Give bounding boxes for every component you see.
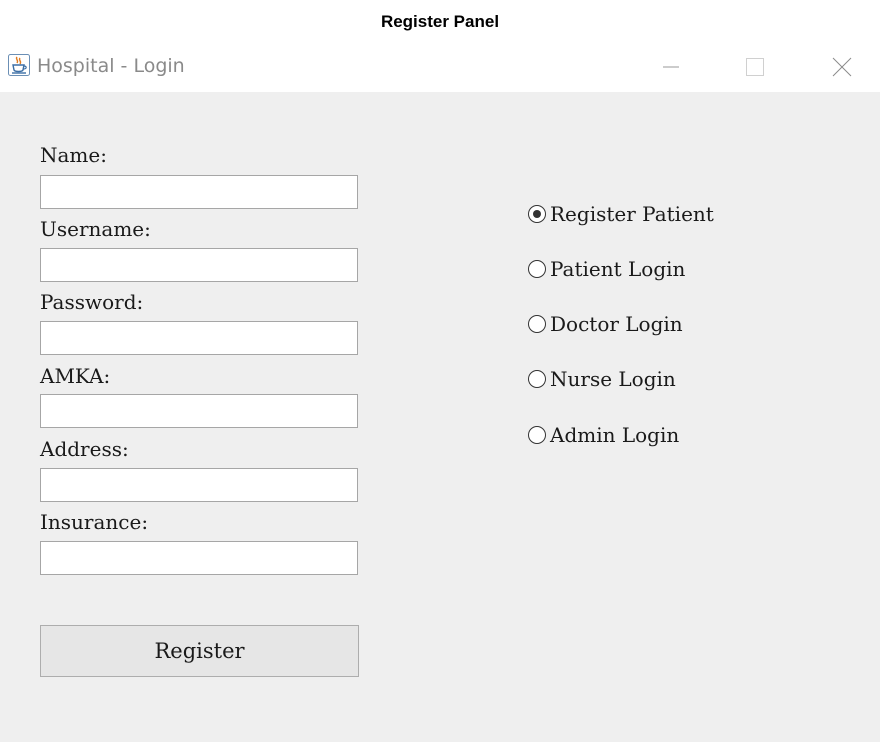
radio-checked-icon[interactable] <box>528 205 546 223</box>
close-icon <box>832 57 852 77</box>
maximize-button[interactable] <box>732 44 778 90</box>
amka-label: AMKA: <box>40 364 111 388</box>
radio-unchecked-icon[interactable] <box>528 426 546 444</box>
insurance-field[interactable] <box>40 541 358 575</box>
name-field[interactable] <box>40 175 358 209</box>
radio-label: Doctor Login <box>550 312 683 336</box>
close-button[interactable] <box>819 44 865 90</box>
radio-label: Patient Login <box>550 257 686 281</box>
maximize-icon <box>746 58 764 76</box>
radio-label: Nurse Login <box>550 367 676 391</box>
radio-register-patient[interactable]: Register Patient <box>528 201 714 227</box>
register-button[interactable]: Register <box>40 625 359 677</box>
radio-label: Admin Login <box>550 423 680 447</box>
amka-field[interactable] <box>40 394 358 428</box>
insurance-label: Insurance: <box>40 510 149 534</box>
register-panel: Name: Username: Password: AMKA: Address:… <box>0 92 880 742</box>
address-field[interactable] <box>40 468 358 502</box>
name-label: Name: <box>40 143 107 167</box>
radio-admin-login[interactable]: Admin Login <box>528 422 679 448</box>
radio-label: Register Patient <box>550 202 714 226</box>
window-titlebar[interactable]: Hospital - Login <box>0 44 880 92</box>
radio-unchecked-icon[interactable] <box>528 260 546 278</box>
radio-unchecked-icon[interactable] <box>528 315 546 333</box>
screenshot: Register Panel Hospital - Login Name: Us… <box>0 0 880 742</box>
address-label: Address: <box>40 437 129 461</box>
window-title: Hospital - Login <box>37 55 185 77</box>
password-label: Password: <box>40 290 144 314</box>
radio-patient-login[interactable]: Patient Login <box>528 256 685 282</box>
username-field[interactable] <box>40 248 358 282</box>
radio-unchecked-icon[interactable] <box>528 370 546 388</box>
java-cup-icon[interactable] <box>8 54 30 76</box>
username-label: Username: <box>40 217 151 241</box>
password-field[interactable] <box>40 321 358 355</box>
minimize-icon <box>663 66 679 68</box>
radio-nurse-login[interactable]: Nurse Login <box>528 366 676 392</box>
radio-doctor-login[interactable]: Doctor Login <box>528 311 683 337</box>
page-caption: Register Panel <box>380 12 500 31</box>
minimize-button[interactable] <box>648 44 694 90</box>
